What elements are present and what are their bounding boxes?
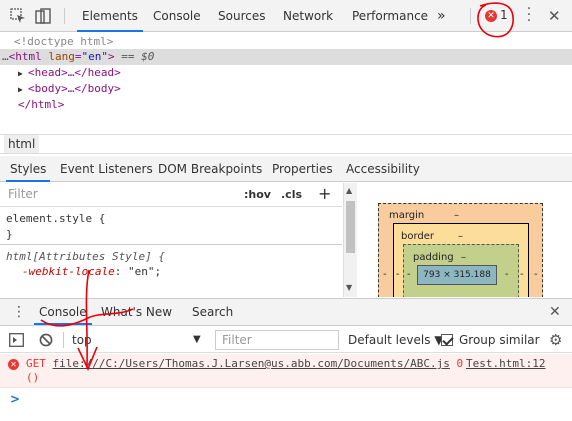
head-tag: <head>…</head> — [28, 66, 121, 79]
margin-value: – — [454, 210, 459, 221]
error-status: 0 — [456, 357, 464, 370]
drawer-tab-search[interactable]: Search — [192, 299, 233, 325]
scroll-up-icon[interactable]: ▲ — [346, 186, 352, 195]
margin-left-value: - — [383, 269, 387, 280]
styles-filter-input[interactable]: Filter — [8, 187, 38, 201]
dom-head-node[interactable]: ▶ <head>…</head> — [18, 65, 121, 81]
console-prompt[interactable]: > — [10, 392, 20, 406]
more-tabs-icon[interactable]: » — [437, 0, 446, 32]
cls-toggle[interactable]: .cls — [281, 188, 302, 201]
element-style-close: } — [6, 228, 13, 241]
tab-properties[interactable]: Properties — [272, 156, 333, 182]
error-line: GET file:///C:/Users/Thomas.J.Larsen@us.… — [26, 357, 463, 371]
breadcrumb: html — [0, 134, 572, 154]
console-filter-input[interactable]: Filter — [215, 330, 339, 350]
styles-pane-tabs: Styles Event Listeners DOM Breakpoints P… — [0, 156, 572, 182]
attributes-style-selector: html[Attributes Style] { — [6, 250, 165, 263]
console-error-message: ✕ GET file:///C:/Users/Thomas.J.Larsen@u… — [0, 354, 572, 388]
tab-elements[interactable]: Elements — [77, 0, 143, 32]
error-icon: ✕ — [8, 359, 19, 370]
html-attr-name: lang — [48, 50, 75, 63]
padding-right-value: - — [505, 269, 509, 280]
tab-performance[interactable]: Performance — [352, 0, 428, 32]
padding-label: padding — [413, 252, 454, 263]
box-model: 793 × 315.188 margin – border – padding … — [358, 183, 572, 297]
padding-left-value: - — [407, 269, 411, 280]
tab-dom-breakpoints[interactable]: DOM Breakpoints — [158, 156, 262, 182]
dom-doctype[interactable]: <!doctype html> — [14, 34, 113, 50]
sidebar-toggle-icon[interactable] — [9, 333, 24, 347]
selected-marker: == $0 — [121, 50, 155, 63]
console-toolbar: top ▼ Filter Default levels ▼ Group simi… — [0, 327, 572, 353]
scroll-down-icon[interactable]: ▼ — [346, 283, 352, 292]
dom-html-close[interactable]: </html> — [18, 97, 64, 113]
drawer-tab-whats-new[interactable]: What's New — [101, 299, 172, 325]
console-filter-placeholder: Filter — [222, 333, 252, 347]
rule-divider — [0, 244, 342, 245]
tab-network[interactable]: Network — [283, 0, 333, 32]
hov-toggle[interactable]: :hov — [244, 188, 271, 201]
tab-console[interactable]: Console — [153, 0, 201, 32]
group-similar-label: Group similar — [459, 333, 540, 347]
toolbar-separator — [63, 332, 64, 348]
property-value: : "en"; — [114, 265, 162, 278]
new-rule-button[interactable]: + — [318, 184, 331, 203]
locale-declaration[interactable]: -webkit-locale: "en"; — [22, 264, 161, 279]
html-attr-value: "en" — [81, 50, 109, 63]
device-toolbar-icon[interactable] — [35, 8, 51, 24]
main-toolbar: Elements Console Sources Network Perform… — [0, 0, 572, 32]
context-selector[interactable]: top — [72, 327, 92, 353]
expand-arrow-icon[interactable]: ▶ — [18, 66, 28, 82]
breadcrumb-item-html[interactable]: html — [4, 135, 40, 153]
inspect-icon[interactable] — [10, 8, 26, 24]
error-url-link[interactable]: file:///C:/Users/Thomas.J.Larsen@us.abb.… — [53, 357, 450, 370]
console-settings-icon[interactable]: ⚙ — [549, 327, 562, 353]
style-rules: element.style { } html[Attributes Style]… — [0, 207, 342, 297]
dom-body-node[interactable]: ▶ <body>…</body> — [18, 81, 121, 97]
html-close-tag: </html> — [18, 98, 65, 111]
dom-html-node[interactable]: …<html lang="en"> == $0 — [0, 49, 572, 65]
drawer-menu-icon[interactable]: ⋮ — [12, 299, 26, 325]
tab-event-listeners[interactable]: Event Listeners — [60, 156, 153, 182]
tab-sources[interactable]: Sources — [218, 0, 265, 32]
dom-tree: <!doctype html> …<html lang="en"> == $0 … — [0, 32, 572, 132]
box-model-content[interactable]: 793 × 315.188 — [417, 265, 497, 285]
log-levels-dropdown[interactable]: Default levels ▼ — [348, 327, 444, 353]
border-right-value: - — [520, 269, 524, 280]
padding-value: – — [461, 252, 466, 263]
expand-arrow-icon[interactable]: ▶ — [18, 82, 28, 98]
html-tag-name: html — [15, 50, 42, 63]
close-icon[interactable]: ✕ — [548, 7, 561, 25]
scrollbar-thumb[interactable] — [346, 201, 355, 253]
tab-styles[interactable]: Styles — [6, 156, 51, 182]
toolbar-separator — [64, 8, 65, 24]
error-icon[interactable]: ✕ — [485, 10, 497, 22]
kebab-menu-icon[interactable]: · · · — [525, 2, 533, 28]
tab-accessibility[interactable]: Accessibility — [346, 156, 420, 182]
margin-label: margin — [389, 210, 425, 221]
doctype-text: <!doctype html> — [14, 35, 114, 48]
error-paren: () — [26, 371, 40, 384]
border-value: – — [458, 231, 463, 242]
toolbar-separator — [470, 8, 471, 24]
border-label: border — [401, 231, 435, 242]
drawer-tab-console[interactable]: Console — [34, 299, 92, 325]
error-count[interactable]: 1 — [500, 8, 508, 22]
margin-right-value: - — [534, 269, 538, 280]
body-tag: <body>…</body> — [28, 82, 121, 95]
context-dropdown-icon[interactable]: ▼ — [193, 327, 201, 353]
clear-console-icon[interactable] — [39, 333, 53, 347]
element-style-selector[interactable]: element.style { — [6, 211, 105, 226]
styles-filter-bar: Filter :hov .cls + — [0, 183, 342, 207]
error-source-link[interactable]: Test.html:12 — [466, 357, 545, 371]
ellipsis-icon: … — [2, 50, 9, 63]
property-name: -webkit-locale — [22, 265, 115, 278]
group-similar-checkbox[interactable] — [441, 334, 453, 346]
drawer-tabbar: ⋮ Console What's New Search ✕ — [0, 298, 572, 326]
border-left-value: - — [396, 269, 400, 280]
drawer-close-icon[interactable]: ✕ — [549, 299, 561, 325]
styles-scrollbar[interactable]: ▲ ▼ — [343, 183, 357, 297]
error-method: GET — [26, 357, 46, 370]
